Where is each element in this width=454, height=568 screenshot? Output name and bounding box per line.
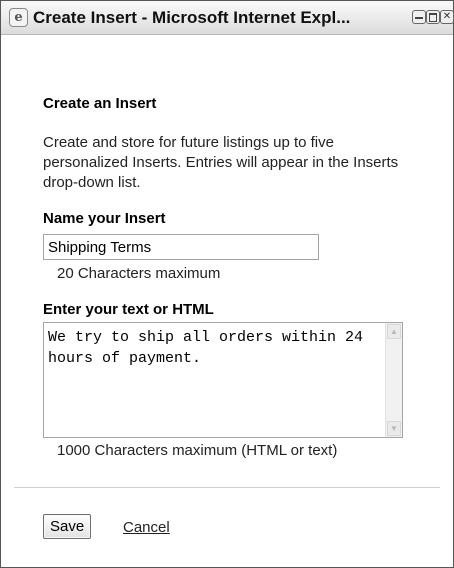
insert-name-input[interactable] (43, 234, 319, 260)
title-bar[interactable]: e Create Insert - Microsoft Internet Exp… (1, 1, 454, 35)
text-hint: 1000 Characters maximum (HTML or text) (57, 442, 338, 459)
cancel-link[interactable]: Cancel (123, 519, 170, 536)
ie-page-icon[interactable]: e (9, 8, 28, 27)
scroll-up-icon[interactable]: ▲ (387, 324, 401, 339)
form-description: Create and store for future listings up … (43, 134, 399, 191)
scroll-down-icon[interactable]: ▼ (387, 421, 401, 436)
textarea-scrollbar[interactable]: ▲ ▼ (385, 323, 402, 437)
window-title: Create Insert - Microsoft Internet Expl.… (33, 8, 351, 27)
divider (14, 487, 440, 488)
insert-text-area[interactable]: We try to ship all orders within 24 hour… (44, 323, 384, 437)
browser-popup-window: e Create Insert - Microsoft Internet Exp… (0, 0, 454, 568)
name-hint: 20 Characters maximum (57, 265, 221, 282)
name-label: Name your Insert (43, 210, 166, 227)
insert-text-box: We try to ship all orders within 24 hour… (43, 322, 403, 438)
save-button[interactable]: Save (43, 514, 92, 539)
form-heading: Create an Insert (43, 95, 157, 112)
close-icon[interactable]: ✕ (440, 10, 454, 24)
text-label: Enter your text or HTML (43, 301, 214, 318)
maximize-icon[interactable] (426, 10, 440, 24)
minimize-icon[interactable] (412, 10, 426, 24)
